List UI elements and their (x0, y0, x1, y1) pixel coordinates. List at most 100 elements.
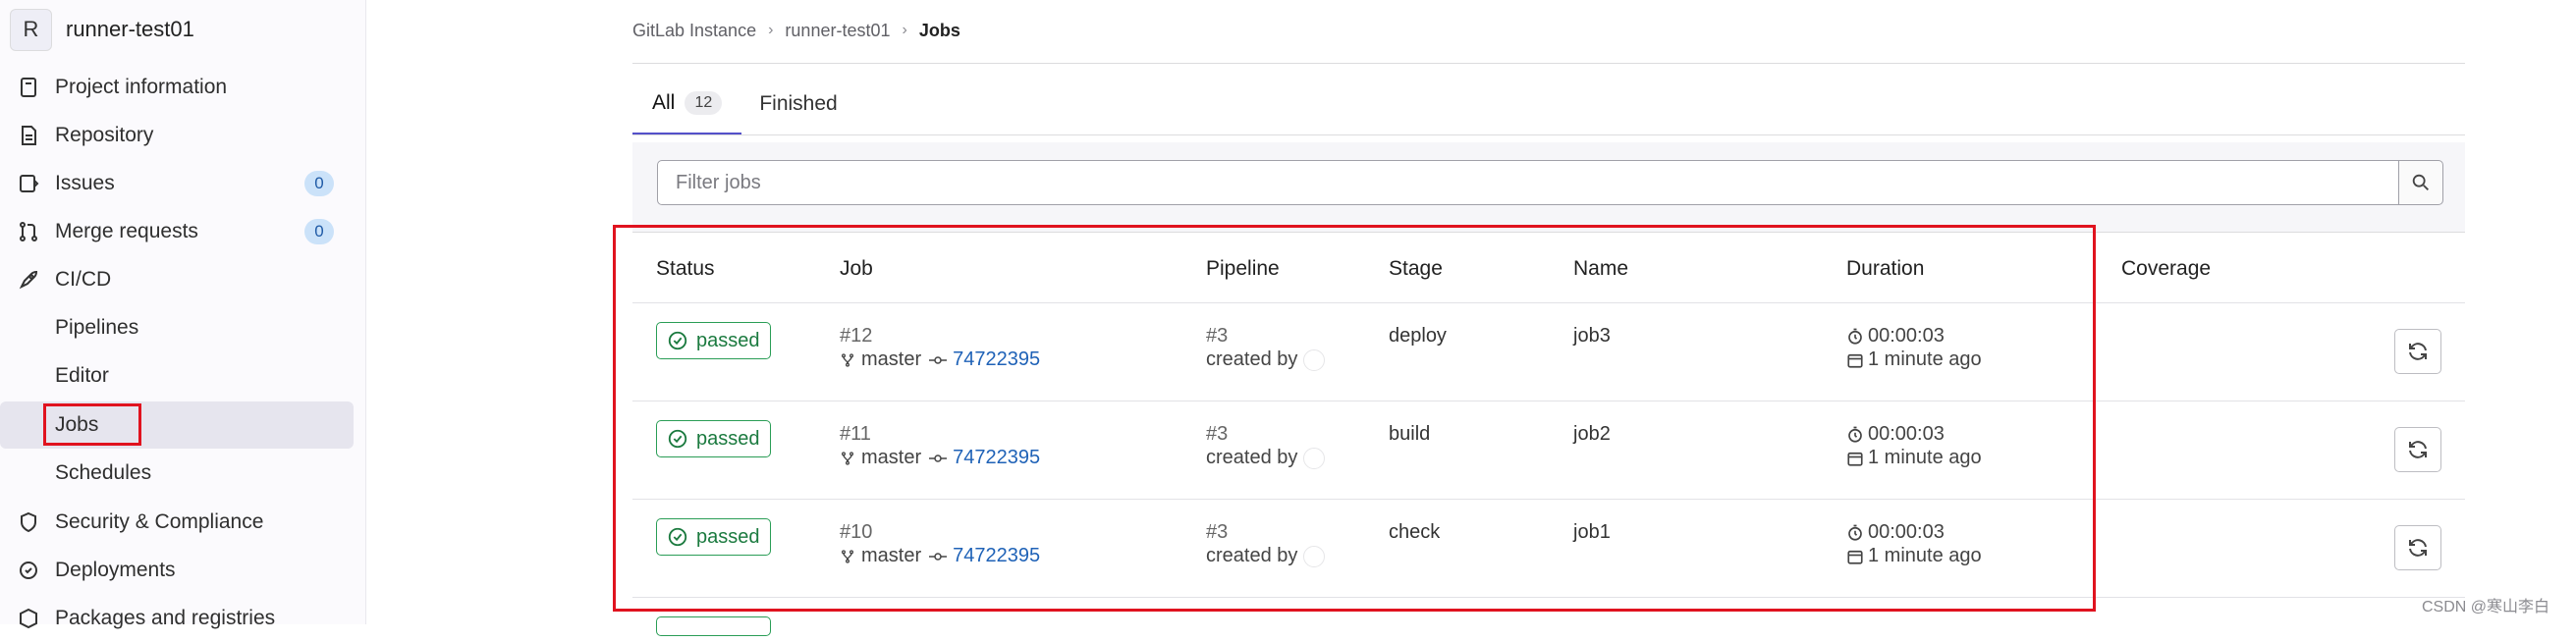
sidebar-item-issues[interactable]: Issues 0 (0, 160, 366, 207)
sidebar-item-repository[interactable]: Repository (0, 112, 366, 159)
sidebar-subitem-schedules[interactable]: Schedules (0, 450, 366, 497)
duration-value: 00:00:03 (1868, 325, 1945, 347)
job-id-link[interactable]: #11 (840, 423, 871, 446)
filter-jobs-input[interactable] (657, 160, 2399, 205)
commit-sha-link[interactable]: 74722395 (953, 348, 1040, 371)
sidebar-item-label: Deployments (55, 559, 176, 581)
retry-button[interactable] (2394, 329, 2441, 374)
table-row: passed #10 master 74722395 #3 created by… (632, 500, 2465, 598)
sidebar-item-label: Security & Compliance (55, 510, 264, 533)
duration: 00:00:03 (1846, 521, 1945, 544)
tab-label: All (652, 90, 676, 114)
job-name: job3 (1573, 325, 1611, 347)
job-ref: master 74722395 (840, 545, 1040, 567)
sidebar-item-deployments[interactable]: Deployments (0, 547, 366, 594)
table-row: passed #12 master 74722395 #3 created by… (632, 303, 2465, 401)
pipeline-id-link[interactable]: #3 (1206, 423, 1228, 446)
tab-finished[interactable]: Finished (741, 79, 854, 135)
branch-name-link[interactable]: master (861, 545, 921, 567)
pipeline-id-link[interactable]: #3 (1206, 325, 1228, 348)
pipeline-id-link[interactable]: #3 (1206, 521, 1228, 544)
avatar[interactable] (1303, 447, 1326, 469)
job-id-link[interactable]: #12 (840, 325, 872, 348)
status-badge[interactable]: passed (656, 420, 771, 457)
sidebar-subitem-pipelines[interactable]: Pipelines (0, 304, 366, 351)
project-header[interactable]: R runner-test01 (10, 8, 194, 51)
chevron-right-icon: › (902, 22, 907, 38)
column-header-job: Job (840, 257, 873, 280)
filter-bar (632, 142, 2465, 233)
avatar[interactable] (1303, 348, 1326, 371)
retry-icon (2409, 343, 2427, 360)
commit-icon (929, 550, 948, 563)
branch-icon (840, 352, 855, 368)
pipeline-created-by: created by (1206, 348, 1326, 371)
breadcrumb: GitLab Instance › runner-test01 › Jobs (632, 18, 960, 43)
branch-icon (840, 549, 855, 564)
divider (632, 63, 2465, 64)
duration-value: 00:00:03 (1868, 521, 1945, 543)
sidebar-item-packages-registries[interactable]: Packages and registries (0, 595, 366, 642)
finished-time: 1 minute ago (1846, 447, 1982, 469)
sidebar-subitem-jobs[interactable]: Jobs (0, 401, 354, 449)
job-name: job1 (1573, 521, 1611, 543)
branch-name-link[interactable]: master (861, 447, 921, 469)
repository-icon (16, 123, 41, 148)
finished-time: 1 minute ago (1846, 545, 1982, 567)
timer-icon (1848, 426, 1862, 443)
commit-sha-link[interactable]: 74722395 (953, 545, 1040, 567)
retry-icon (2409, 441, 2427, 458)
column-header-stage: Stage (1389, 257, 1443, 280)
chevron-right-icon: › (768, 22, 774, 38)
sidebar-item-label: Repository (55, 124, 154, 146)
status-label: passed (696, 329, 760, 351)
sidebar-item-label: Issues (55, 172, 115, 194)
stage-name: build (1389, 423, 1431, 445)
project-avatar[interactable]: R (10, 8, 52, 51)
avatar[interactable] (1303, 545, 1326, 567)
finished-value: 1 minute ago (1868, 545, 1982, 566)
breadcrumb-item[interactable]: runner-test01 (785, 21, 890, 41)
branch-name-link[interactable]: master (861, 348, 921, 371)
stage-name: deploy (1389, 325, 1447, 347)
divider (632, 134, 2465, 135)
timer-icon (1848, 328, 1862, 345)
search-button[interactable] (2398, 160, 2443, 205)
status-badge[interactable]: passed (656, 322, 771, 359)
duration: 00:00:03 (1846, 325, 1945, 348)
calendar-icon (1847, 353, 1863, 368)
sidebar-item-label: Packages and registries (55, 607, 276, 629)
column-header-duration: Duration (1846, 257, 1925, 280)
column-header-status: Status (656, 257, 715, 280)
check-circle-icon (668, 331, 687, 350)
issues-count-badge: 0 (304, 171, 334, 196)
tab-all[interactable]: All 12 (632, 79, 742, 135)
finished-value: 1 minute ago (1868, 447, 1982, 468)
sidebar-item-project-information[interactable]: Project information (0, 64, 366, 111)
sidebar-item-merge-requests[interactable]: Merge requests 0 (0, 208, 366, 255)
shield-icon (16, 509, 41, 535)
column-header-coverage: Coverage (2121, 257, 2212, 280)
calendar-icon (1847, 452, 1863, 466)
duration-value: 00:00:03 (1868, 423, 1945, 445)
job-name: job2 (1573, 423, 1611, 445)
status-badge[interactable]: passed (656, 518, 771, 556)
retry-button[interactable] (2394, 427, 2441, 472)
retry-button[interactable] (2394, 525, 2441, 570)
sidebar-item-security-compliance[interactable]: Security & Compliance (0, 499, 366, 546)
breadcrumb-item[interactable]: GitLab Instance (632, 21, 756, 41)
project-name[interactable]: runner-test01 (66, 17, 194, 42)
merge-request-icon (16, 219, 41, 244)
duration: 00:00:03 (1846, 423, 1945, 446)
package-icon (16, 606, 41, 631)
status-badge[interactable] (656, 616, 771, 636)
check-circle-icon (668, 527, 687, 547)
sidebar-item-cicd[interactable]: CI/CD (0, 256, 366, 303)
watermark: CSDN @寒山李白 (2422, 599, 2550, 615)
pipeline-created-by: created by (1206, 447, 1326, 469)
breadcrumb-current[interactable]: Jobs (919, 21, 960, 41)
stage-name: check (1389, 521, 1441, 543)
sidebar-subitem-editor[interactable]: Editor (0, 352, 366, 400)
job-id-link[interactable]: #10 (840, 521, 872, 544)
commit-sha-link[interactable]: 74722395 (953, 447, 1040, 469)
